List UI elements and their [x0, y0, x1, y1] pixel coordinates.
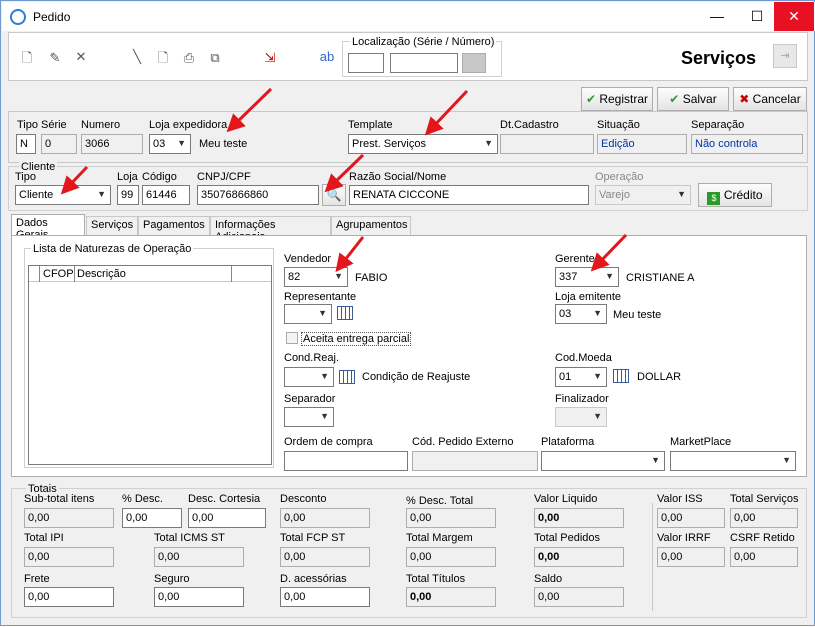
- arrow-template: [424, 89, 469, 136]
- arrow-cliente-tipo: [60, 165, 89, 195]
- arrow-gerente: [590, 233, 628, 272]
- arrow-vendedor: [335, 236, 365, 273]
- annotation-arrows: [60, 87, 628, 273]
- arrow-loja-expedidora: [226, 87, 273, 133]
- arrow-search-cliente: [324, 153, 365, 193]
- pedido-window: Pedido — ☐ ✕ 🗋 ✎ ✕ ╲ 🗋 ⎙ ⧉ ⇲ ab Localiza…: [0, 0, 815, 626]
